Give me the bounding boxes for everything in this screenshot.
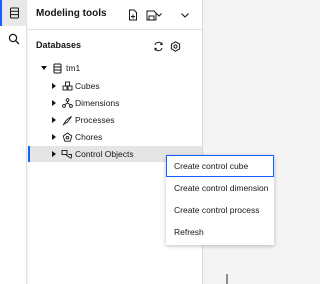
tree-item-label: Processes — [75, 115, 115, 125]
tree-item-label: Control Objects — [75, 149, 134, 159]
menu-item-create-control-process[interactable]: Create control process — [166, 199, 274, 221]
chevron-right-icon[interactable] — [51, 100, 57, 106]
chevron-down-icon — [156, 13, 162, 17]
chevron-down-icon[interactable] — [41, 65, 47, 71]
chevron-right-icon[interactable] — [51, 134, 57, 140]
refresh-button[interactable] — [151, 39, 165, 53]
databases-section-header: Databases — [28, 30, 202, 60]
search-icon — [8, 33, 19, 45]
tree-item-processes[interactable]: Processes — [28, 112, 202, 128]
new-file-button[interactable] — [126, 8, 140, 22]
server-icon — [51, 62, 63, 74]
panel-title: Modeling tools — [36, 8, 107, 19]
scrollbar[interactable] — [226, 274, 228, 284]
context-menu: Create control cube Create control dimen… — [166, 155, 274, 245]
chevron-right-icon[interactable] — [51, 151, 57, 157]
control-objects-icon — [61, 148, 73, 160]
menu-item-create-control-dimension[interactable]: Create control dimension — [166, 177, 274, 199]
hierarchy-icon — [61, 97, 73, 109]
new-file-icon — [129, 9, 137, 21]
database-icon — [10, 7, 19, 19]
search-tab[interactable] — [0, 26, 27, 52]
save-menu-dropdown[interactable] — [155, 8, 163, 22]
tree-item-label: Cubes — [75, 81, 100, 91]
menu-item-refresh[interactable]: Refresh — [166, 221, 274, 243]
settings-button[interactable] — [168, 39, 182, 53]
tree-item-chores[interactable]: Chores — [28, 129, 202, 145]
chore-icon — [61, 131, 73, 143]
tree-item-dimensions[interactable]: Dimensions — [28, 95, 202, 111]
tree-item-label: Chores — [75, 132, 103, 142]
refresh-icon — [154, 41, 162, 51]
collapse-panel-button[interactable] — [178, 8, 192, 22]
tree-item-label: Dimensions — [75, 98, 120, 108]
tree-item-cubes[interactable]: Cubes — [28, 78, 202, 94]
chevron-right-icon[interactable] — [51, 83, 57, 89]
tree-item-label: tm1 — [66, 63, 81, 73]
chevron-right-icon[interactable] — [51, 117, 57, 123]
process-icon — [61, 114, 73, 126]
gear-icon — [170, 40, 180, 52]
section-title: Databases — [36, 40, 82, 50]
menu-item-create-control-cube[interactable]: Create control cube — [166, 155, 274, 177]
chevron-down-icon — [181, 12, 189, 18]
database-tree-tab[interactable] — [0, 0, 27, 26]
cube-icon — [61, 80, 73, 92]
panel-header: Modeling tools — [28, 0, 202, 30]
tree-item-tm1[interactable]: tm1 — [28, 60, 202, 76]
activity-bar — [0, 0, 27, 284]
